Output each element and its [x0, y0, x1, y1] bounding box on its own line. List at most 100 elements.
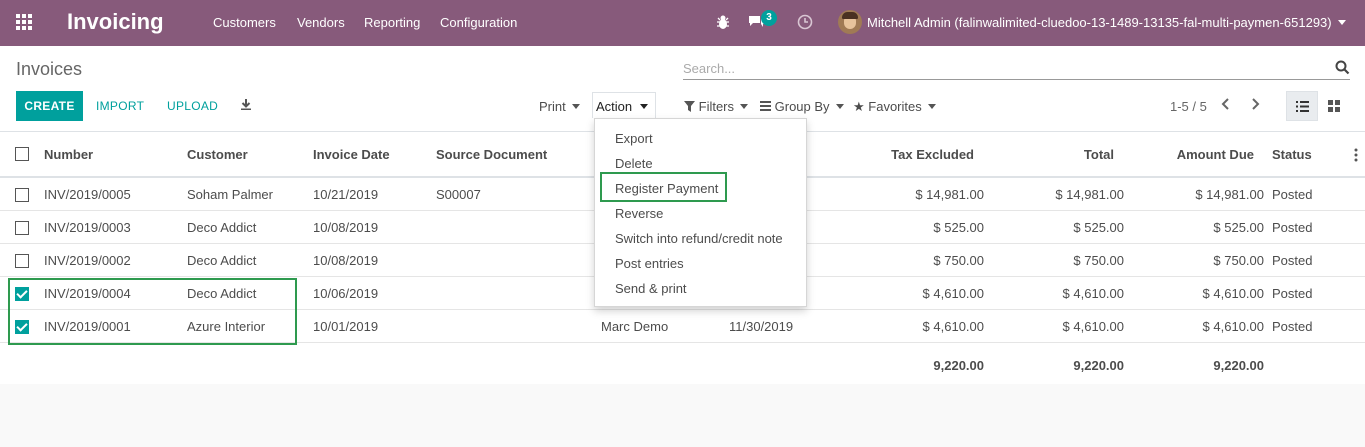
breadcrumb: Invoices	[16, 59, 83, 79]
groupby-label: Group By	[774, 99, 830, 114]
cell-status: Posted	[1272, 220, 1313, 235]
action-dropdown-menu: Export Delete Register Payment Reverse S…	[594, 118, 807, 307]
cell-source-document: S00007	[436, 187, 481, 202]
search-input[interactable]	[683, 58, 1313, 78]
print-label: Print	[539, 99, 566, 114]
kanban-view-icon	[1328, 100, 1340, 112]
cell-total: $ 14,981.00	[1055, 187, 1124, 202]
list-view-icon	[1296, 101, 1309, 112]
cell-amount-due: $ 4,610.00	[1202, 319, 1264, 334]
cell-number: INV/2019/0003	[44, 220, 131, 235]
row-checkbox[interactable]	[15, 254, 29, 268]
filters-dropdown[interactable]: Filters	[684, 99, 749, 114]
cell-invoice-date: 10/08/2019	[313, 220, 379, 235]
menu-item-switch-refund[interactable]: Switch into refund/credit note	[615, 231, 783, 246]
col-invoice-date[interactable]: Invoice Date	[313, 147, 390, 162]
app-title[interactable]: Invoicing	[67, 9, 164, 35]
cell-tax-excluded: $ 750.00	[933, 253, 984, 268]
cell-total: $ 525.00	[1073, 220, 1124, 235]
action-caret-icon	[640, 104, 649, 109]
favorites-dropdown[interactable]: ★ Favorites	[853, 99, 936, 115]
menu-item-export[interactable]: Export	[615, 131, 653, 146]
groupby-caret-icon	[835, 104, 844, 109]
cell-tax-excluded: $ 4,610.00	[922, 286, 984, 301]
col-amount-due[interactable]: Amount Due	[1154, 147, 1254, 162]
pager-value[interactable]: 1-5 / 5	[1170, 99, 1207, 114]
favorites-caret-icon	[927, 104, 936, 109]
total-amount-due: 9,220.00	[1213, 358, 1264, 373]
upload-button[interactable]: UPLOAD	[167, 99, 218, 113]
cell-customer: Soham Palmer	[187, 187, 273, 202]
filter-icon	[684, 101, 695, 112]
cell-status: Posted	[1272, 286, 1313, 301]
selected-rows-highlight	[8, 278, 297, 345]
apps-menu-icon[interactable]	[16, 14, 34, 32]
menu-configuration[interactable]: Configuration	[440, 15, 517, 30]
col-total[interactable]: Total	[1014, 147, 1114, 162]
bug-icon[interactable]	[716, 14, 730, 30]
cell-tax-excluded: $ 14,981.00	[915, 187, 984, 202]
cell-status: Posted	[1272, 187, 1313, 202]
print-caret-icon	[571, 104, 580, 109]
cell-customer: Deco Addict	[187, 220, 257, 235]
totals-row: 9,220.00 9,220.00 9,220.00	[0, 343, 1365, 384]
menu-item-post-entries[interactable]: Post entries	[615, 256, 684, 271]
cell-amount-due: $ 4,610.00	[1202, 286, 1264, 301]
filters-label: Filters	[698, 99, 735, 114]
menu-item-delete[interactable]: Delete	[615, 156, 653, 171]
search-bar	[683, 58, 1350, 80]
cell-number: INV/2019/0002	[44, 253, 131, 268]
search-icon[interactable]	[1335, 60, 1350, 75]
user-menu[interactable]: Mitchell Admin (falinwalimited-cluedoo-1…	[867, 15, 1346, 30]
menu-item-send-print[interactable]: Send & print	[615, 281, 687, 296]
user-name: Mitchell Admin (falinwalimited-cluedoo-1…	[867, 15, 1332, 30]
list-view-button[interactable]	[1286, 91, 1318, 121]
user-caret-icon	[1337, 20, 1346, 25]
col-status[interactable]: Status	[1272, 147, 1312, 162]
col-tax-excluded[interactable]: Tax Excluded	[874, 147, 974, 162]
col-source-document[interactable]: Source Document	[436, 147, 547, 162]
col-number[interactable]: Number	[44, 147, 93, 162]
messages-count-badge: 3	[761, 10, 777, 26]
cell-invoice-date: 10/21/2019	[313, 187, 379, 202]
clock-icon[interactable]	[797, 14, 813, 30]
cell-amount-due: $ 750.00	[1213, 253, 1264, 268]
user-avatar[interactable]	[838, 10, 862, 34]
cell-status: Posted	[1272, 253, 1313, 268]
favorites-label: Favorites	[868, 99, 922, 114]
cell-status: Posted	[1272, 319, 1313, 334]
cell-number: INV/2019/0005	[44, 187, 131, 202]
cell-tax-excluded: $ 4,610.00	[922, 319, 984, 334]
filters-caret-icon	[740, 104, 749, 109]
row-checkbox[interactable]	[15, 188, 29, 202]
menu-customers[interactable]: Customers	[213, 15, 276, 30]
menu-reporting[interactable]: Reporting	[364, 15, 420, 30]
cell-amount-due: $ 14,981.00	[1195, 187, 1264, 202]
select-all-checkbox[interactable]	[15, 147, 29, 161]
list-bars-icon	[760, 101, 771, 111]
top-navbar: Invoicing Customers Vendors Reporting Co…	[0, 0, 1365, 46]
cell-invoice-date: 10/08/2019	[313, 253, 379, 268]
import-button[interactable]: IMPORT	[96, 99, 144, 113]
action-label: Action	[596, 99, 633, 114]
cell-salesperson: Marc Demo	[601, 319, 669, 334]
column-options-icon[interactable]	[1354, 148, 1358, 162]
total-tax-excluded: 9,220.00	[933, 358, 984, 373]
groupby-dropdown[interactable]: Group By	[760, 99, 844, 114]
cell-amount-due: $ 525.00	[1213, 220, 1264, 235]
cell-total: $ 4,610.00	[1062, 319, 1124, 334]
col-customer[interactable]: Customer	[187, 147, 248, 162]
menu-item-reverse[interactable]: Reverse	[615, 206, 663, 221]
menu-vendors[interactable]: Vendors	[297, 15, 345, 30]
print-dropdown[interactable]: Print	[539, 99, 580, 114]
cell-invoice-date: 10/01/2019	[313, 319, 379, 334]
chevron-right-icon[interactable]	[1250, 97, 1260, 111]
action-dropdown[interactable]: Action	[592, 92, 656, 118]
cell-total: $ 750.00	[1073, 253, 1124, 268]
kanban-view-button[interactable]	[1318, 91, 1350, 121]
download-icon[interactable]	[240, 98, 252, 111]
chevron-left-icon[interactable]	[1221, 97, 1231, 111]
row-checkbox[interactable]	[15, 221, 29, 235]
total-total: 9,220.00	[1073, 358, 1124, 373]
create-button[interactable]: CREATE	[16, 91, 83, 121]
